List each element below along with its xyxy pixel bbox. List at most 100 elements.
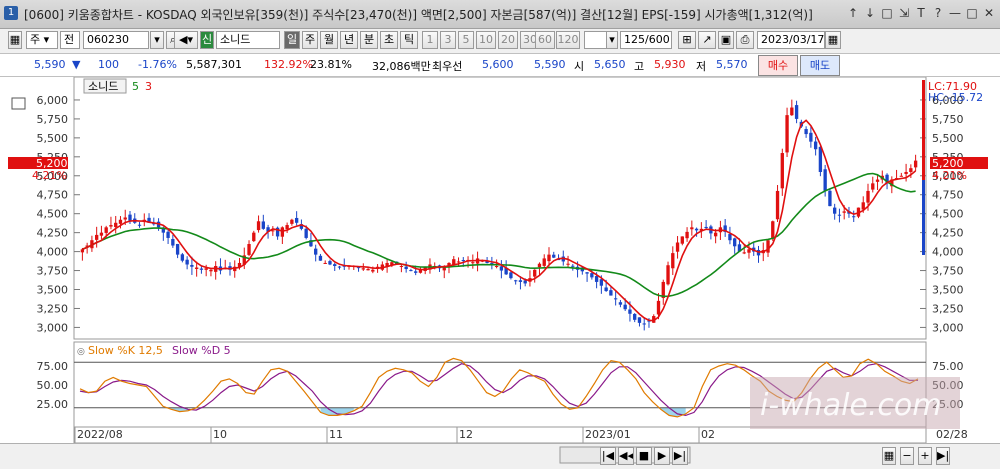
y-tick-label-right: 4,500 <box>932 208 964 221</box>
y-tick-label-left: 5,500 <box>37 132 69 145</box>
calendar-icon[interactable]: ▦ <box>825 31 841 49</box>
y-tick-label-right: 3,500 <box>932 284 964 297</box>
turnover-ratio: 23.81% <box>310 58 352 71</box>
draw-icon[interactable]: ↗ <box>698 31 716 49</box>
candle-body <box>366 269 370 271</box>
period-week[interactable]: 주 <box>302 31 318 49</box>
close-icon[interactable]: ✕ <box>982 4 996 22</box>
interval-120[interactable]: 120 <box>556 31 580 49</box>
candle-body <box>747 249 751 253</box>
candle-body <box>337 266 342 268</box>
move-down-icon[interactable]: ↓ <box>863 4 877 22</box>
save-icon[interactable]: ▣ <box>718 31 734 49</box>
y-tick-label-left: 4,250 <box>37 227 69 240</box>
settings-icon[interactable]: ▦ <box>8 31 22 49</box>
period-tick[interactable]: 틱 <box>400 31 418 49</box>
window-copy-icon[interactable]: □ <box>880 4 894 22</box>
chart-panel[interactable]: 75.0075.0050.0050.0025.0025.00 6,0006,00… <box>0 76 1000 465</box>
candle-body <box>409 270 413 272</box>
period-year[interactable]: 년 <box>340 31 358 49</box>
zoom-out-icon[interactable]: − <box>900 447 914 465</box>
best-ask: 5,600 <box>482 58 514 71</box>
app-icon: 1 <box>4 6 18 20</box>
y-tick-label-right: 3,000 <box>932 321 964 334</box>
zoom-in-icon[interactable]: + <box>918 447 932 465</box>
y-tick-label-left: 4,000 <box>37 246 69 259</box>
y-tick-label-right: 4,250 <box>932 227 964 240</box>
chart-canvas[interactable]: 75.0075.0050.0050.0025.0025.00 6,0006,00… <box>0 76 1000 444</box>
down-arrow-icon: ▼ <box>72 58 81 71</box>
candle-body <box>194 267 199 269</box>
buy-button[interactable]: 매수 <box>758 55 798 76</box>
interval-1[interactable]: 1 <box>422 31 438 49</box>
period-day[interactable]: 일 <box>284 31 300 49</box>
candle-body <box>694 228 699 231</box>
candle-body <box>837 214 842 216</box>
quote-bar: 5,590 ▼ 100 -1.76% 5,587,301 132.92% 23.… <box>0 53 1000 77</box>
help-icon[interactable]: ? <box>931 4 945 22</box>
interval-20[interactable]: 20 <box>498 31 518 49</box>
sell-button[interactable]: 매도 <box>800 55 840 76</box>
code-dropdown-icon[interactable]: ▾ <box>150 31 164 49</box>
type-select[interactable]: 전 <box>60 31 80 49</box>
candle-body <box>713 232 718 237</box>
candle-body <box>866 190 870 203</box>
date-input[interactable]: 2023/03/17 <box>757 31 825 49</box>
y-tick-label-right: 3,750 <box>932 265 964 278</box>
y-tick-label-right: 5,500 <box>932 132 964 145</box>
y-tick-label-left: 4,750 <box>37 189 69 202</box>
candle-body <box>494 266 499 268</box>
candle-body <box>637 317 642 323</box>
scroll-end-icon[interactable]: ▶| <box>936 447 950 465</box>
candle-body <box>690 227 694 230</box>
minimize-icon[interactable]: — <box>948 4 962 22</box>
y-tick-label-left: 5,750 <box>37 113 69 126</box>
candle-body <box>552 254 556 258</box>
interval-3[interactable]: 3 <box>440 31 456 49</box>
scroll-right-icon[interactable]: ▶| <box>672 447 688 465</box>
slow-d-label: Slow %D 5 <box>172 344 231 357</box>
window-link-icon[interactable]: ⇲ <box>897 4 911 22</box>
sound-icon[interactable]: ◀▾ <box>174 31 198 49</box>
current-pct-label-right: 4.21% <box>932 169 967 182</box>
price-change: 100 <box>98 58 119 71</box>
y-tick-label-left: 3,500 <box>37 284 69 297</box>
stock-name-field[interactable]: 소니드 <box>216 31 280 49</box>
interval-dropdown-icon[interactable]: ▾ <box>606 31 618 49</box>
stock-code-input[interactable]: 060230 <box>83 31 149 49</box>
font-icon[interactable]: T <box>914 4 928 22</box>
scroll-next-icon[interactable]: ▶ <box>654 447 670 465</box>
candle-body <box>680 236 684 244</box>
period-month[interactable]: 월 <box>320 31 338 49</box>
stop-icon[interactable]: ■ <box>636 447 652 465</box>
y-tick-label-right: 3,250 <box>932 302 964 315</box>
candle-body <box>371 269 375 272</box>
candle-body <box>261 221 265 229</box>
data-count-field[interactable]: 125/600 <box>620 31 672 49</box>
move-up-icon[interactable]: ↑ <box>846 4 860 22</box>
x-tick-label: 10 <box>213 428 227 441</box>
print-icon[interactable]: ⎙ <box>736 31 754 49</box>
candle-body <box>404 266 408 270</box>
interval-10[interactable]: 10 <box>476 31 496 49</box>
scroll-left-icon[interactable]: |◀ <box>600 447 616 465</box>
market-select[interactable]: 주 ▾ <box>26 31 58 49</box>
candle-body <box>523 280 527 284</box>
chart-settings-icon[interactable] <box>11 97 26 110</box>
interval-5[interactable]: 5 <box>458 31 474 49</box>
low-price: 5,570 <box>716 58 748 71</box>
indicator-icon[interactable]: ⊞ <box>678 31 696 49</box>
maximize-icon[interactable]: □ <box>965 4 979 22</box>
candle-body <box>199 268 204 270</box>
period-minute[interactable]: 분 <box>360 31 378 49</box>
candle-body <box>585 272 589 274</box>
period-second[interactable]: 초 <box>380 31 398 49</box>
candle-body <box>323 262 327 264</box>
open-price: 5,650 <box>594 58 626 71</box>
scroll-prev-icon[interactable]: ◀◀ <box>618 447 634 465</box>
candle-body <box>190 264 194 267</box>
candle-body <box>899 175 904 177</box>
interval-60[interactable]: 60 <box>535 31 555 49</box>
candle-body <box>175 243 180 255</box>
grid-icon[interactable]: ▦ <box>882 447 896 465</box>
